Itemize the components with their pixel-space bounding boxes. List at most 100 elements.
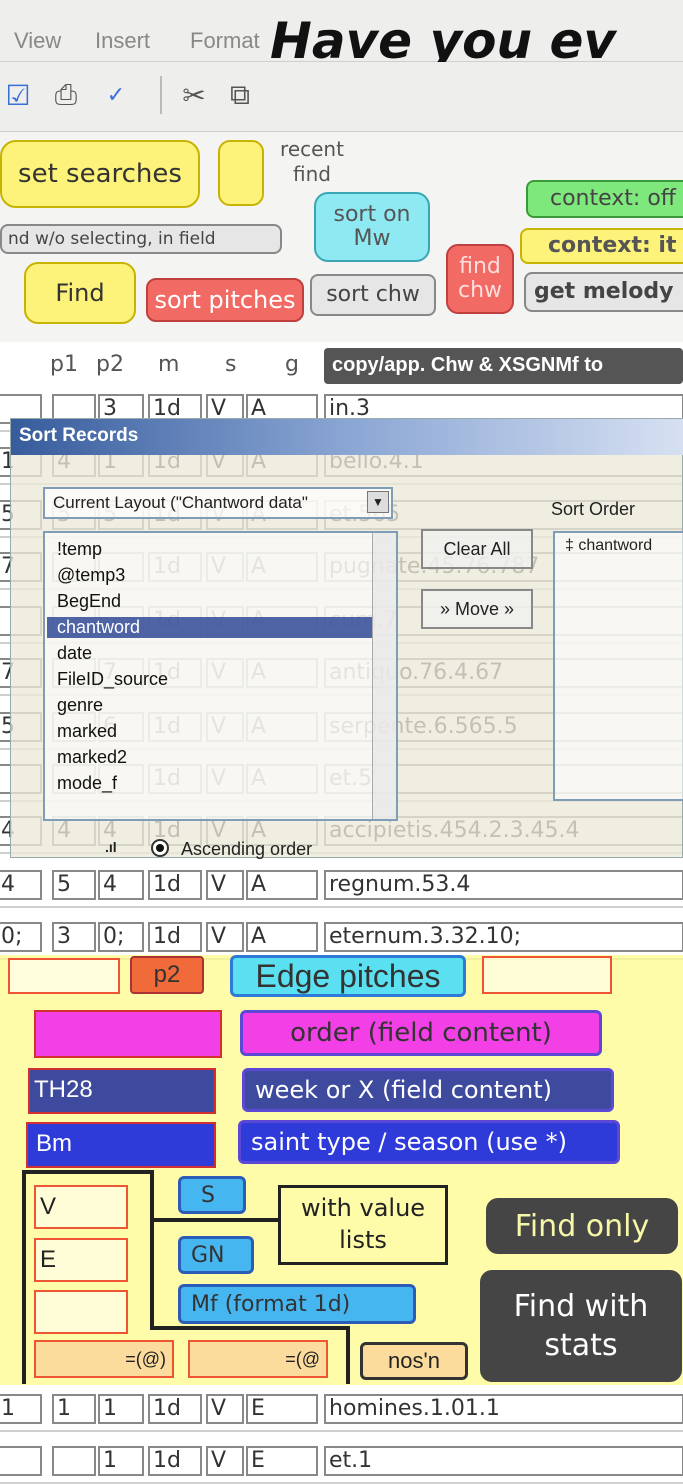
- col-header-p1: p1: [50, 352, 78, 377]
- context-off-button[interactable]: context: off: [526, 180, 683, 218]
- field-c0[interactable]: 0;: [0, 922, 42, 952]
- table-row: 1 1d V Eet.1: [0, 1440, 683, 1484]
- list-item[interactable]: genre: [57, 695, 103, 716]
- move-button[interactable]: » Move »: [421, 589, 533, 629]
- field-g[interactable]: E: [246, 1446, 318, 1476]
- bracket-line: [346, 1326, 350, 1384]
- col-header-m: m: [158, 352, 180, 377]
- field-c0[interactable]: [0, 1446, 42, 1476]
- field-chw[interactable]: regnum.53.4: [324, 870, 683, 900]
- field-g[interactable]: A: [246, 922, 318, 952]
- list-item[interactable]: date: [57, 643, 92, 664]
- list-item[interactable]: BegEnd: [57, 591, 121, 612]
- sort-chw-button[interactable]: sort chw: [310, 274, 436, 316]
- order-label: order (field content): [240, 1010, 602, 1056]
- toolbar-divider: [160, 76, 162, 114]
- checkbox-icon[interactable]: ☑: [0, 78, 36, 112]
- field-p1[interactable]: 5: [52, 870, 96, 900]
- bracket-line: [150, 1170, 154, 1330]
- list-item[interactable]: marked2: [57, 747, 127, 768]
- find-chw-button[interactable]: find chw: [446, 244, 514, 314]
- listbox-scrollbar[interactable]: [372, 533, 396, 819]
- list-item[interactable]: chantword: [47, 617, 373, 638]
- s-label: S: [178, 1176, 246, 1214]
- g-field[interactable]: E: [34, 1238, 128, 1282]
- get-melody-button[interactable]: get melody: [524, 272, 683, 312]
- list-item[interactable]: marked: [57, 721, 117, 742]
- list-item[interactable]: !temp: [57, 539, 102, 560]
- recent-find-label: recent find: [280, 137, 344, 186]
- field-s[interactable]: V: [206, 1446, 244, 1476]
- field-c0[interactable]: 1: [0, 1394, 42, 1424]
- print-icon[interactable]: ⎙: [48, 78, 84, 112]
- set-searches-button[interactable]: set searches: [0, 140, 200, 208]
- field-s[interactable]: V: [206, 1394, 244, 1424]
- context-it-button[interactable]: context: it: [520, 228, 683, 264]
- order-field[interactable]: [34, 1010, 222, 1058]
- sort-order-label: Sort Order: [551, 499, 636, 519]
- field-g[interactable]: A: [246, 870, 318, 900]
- gn-label: GN: [178, 1236, 254, 1274]
- mf-field[interactable]: [34, 1290, 128, 1334]
- find-only-button[interactable]: Find only: [486, 1198, 678, 1254]
- field-c0[interactable]: 4: [0, 870, 42, 900]
- list-item[interactable]: mode_f: [57, 773, 117, 794]
- field-m[interactable]: 1d: [148, 870, 202, 900]
- menu-view[interactable]: View: [14, 28, 61, 54]
- find-with-stats-button[interactable]: Find with stats: [480, 1270, 682, 1382]
- list-item[interactable]: FileID_source: [57, 669, 168, 690]
- ascending-order-label: Ascending order: [181, 839, 313, 859]
- field-chw[interactable]: homines.1.01.1: [324, 1394, 683, 1424]
- find-without-selecting-button[interactable]: nd w/o selecting, in field: [0, 224, 282, 254]
- chevron-down-icon[interactable]: ▼: [367, 491, 389, 513]
- edge-box-left: [8, 958, 120, 994]
- eq-field-2[interactable]: =(@: [188, 1340, 328, 1378]
- table-row: 4 5 4 1d V Aregnum.53.4: [0, 864, 683, 908]
- sort-order-list[interactable]: ‡ chantword: [553, 531, 683, 801]
- cut-icon[interactable]: ✂: [176, 78, 212, 112]
- saint-label: saint type / season (use *): [238, 1120, 620, 1164]
- bracket-line: [22, 1170, 26, 1384]
- table-row: 0; 3 0; 1d V Aeternum.3.32.10;: [0, 916, 683, 960]
- week-field[interactable]: TH28: [28, 1068, 216, 1114]
- week-label: week or X (field content): [242, 1068, 614, 1112]
- layout-select[interactable]: Current Layout ("Chantword data": [43, 487, 393, 519]
- saint-field[interactable]: Bm: [26, 1122, 216, 1168]
- field-m[interactable]: 1d: [148, 1394, 202, 1424]
- field-p1[interactable]: 3: [52, 922, 96, 952]
- field-s[interactable]: V: [206, 870, 244, 900]
- find-button[interactable]: Find: [24, 262, 136, 324]
- field-m[interactable]: 1d: [148, 1446, 202, 1476]
- menu-insert[interactable]: Insert: [95, 28, 150, 54]
- field-p2[interactable]: 0;: [98, 922, 144, 952]
- field-chw[interactable]: eternum.3.32.10;: [324, 922, 683, 952]
- field-listbox[interactable]: !temp @temp3 BegEnd chantword date FileID_sou…: [43, 531, 398, 821]
- field-m[interactable]: 1d: [148, 922, 202, 952]
- sort-order-item[interactable]: ‡ chantword: [565, 537, 652, 555]
- field-chw[interactable]: et.1: [324, 1446, 683, 1476]
- recent-find-button[interactable]: [218, 140, 264, 206]
- field-p2[interactable]: 1: [98, 1446, 144, 1476]
- s-field[interactable]: V: [34, 1185, 128, 1229]
- ascending-radio[interactable]: [151, 839, 169, 857]
- copy-icon[interactable]: ⧉: [222, 78, 258, 112]
- list-item[interactable]: @temp3: [57, 565, 125, 586]
- bracket-line: [150, 1218, 280, 1222]
- table-row: 1 1 1 1d V Ehomines.1.01.1: [0, 1388, 683, 1432]
- field-p1[interactable]: [52, 1446, 96, 1476]
- menu-format[interactable]: Format: [190, 28, 260, 54]
- clear-all-button[interactable]: Clear All: [421, 529, 533, 569]
- spellcheck-icon[interactable]: ✓: [98, 78, 134, 112]
- field-s[interactable]: V: [206, 922, 244, 952]
- field-p2[interactable]: 4: [98, 870, 144, 900]
- eq-field-1[interactable]: =(@): [34, 1340, 174, 1378]
- nos-n-button[interactable]: nos'n: [360, 1342, 468, 1380]
- dialog-title: Sort Records: [11, 419, 683, 455]
- field-p2[interactable]: 1: [98, 1394, 144, 1424]
- sort-on-mw-button[interactable]: sort on Mw: [314, 192, 430, 262]
- field-g[interactable]: E: [246, 1394, 318, 1424]
- sort-pitches-button[interactable]: sort pitches: [146, 278, 304, 322]
- sort-records-dialog: Sort Records Current Layout ("Chantword …: [10, 418, 683, 859]
- copy-append-button[interactable]: copy/app. Chw & XSGNMf to: [324, 348, 683, 384]
- field-p1[interactable]: 1: [52, 1394, 96, 1424]
